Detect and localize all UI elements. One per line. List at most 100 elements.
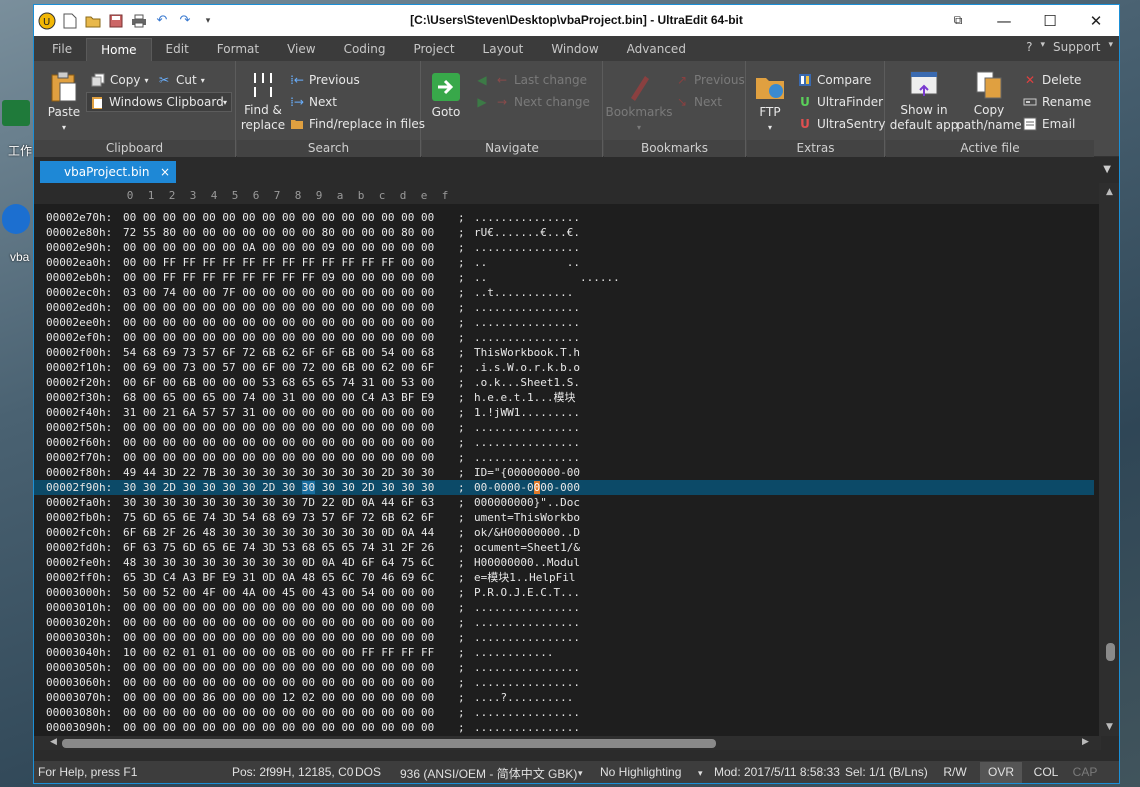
- row-ascii[interactable]: .. ..: [474, 255, 580, 270]
- hex-byte[interactable]: 2D: [163, 481, 176, 494]
- row-ascii[interactable]: H00000000..Modul: [474, 555, 580, 570]
- row-ascii[interactable]: ................: [474, 720, 580, 735]
- hex-byte[interactable]: 30: [401, 481, 414, 494]
- hex-row[interactable]: 00002eb0h: 00 00 FF FF FF FF FF FF FF FF …: [34, 270, 1094, 285]
- desktop-file-icon[interactable]: [2, 204, 30, 234]
- hex-byte[interactable]: 30: [183, 481, 196, 494]
- row-ascii[interactable]: ..t............: [474, 285, 573, 300]
- row-ascii[interactable]: ument=ThisWorkbo: [474, 510, 580, 525]
- hex-row[interactable]: 00002e90h: 00 00 00 00 00 00 0A 00 00 00 …: [34, 240, 1094, 255]
- tab-project[interactable]: Project: [399, 38, 468, 61]
- desktop-label-2[interactable]: vba: [10, 250, 29, 264]
- hex-row[interactable]: 00002f40h: 31 00 21 6A 57 57 31 00 00 00 …: [34, 405, 1094, 420]
- hex-row[interactable]: 00003070h: 00 00 00 00 86 00 00 00 12 02 …: [34, 690, 1094, 705]
- row-hex-bytes[interactable]: 00 00 00 00 00 00 00 00 00 00 00 00 00 0…: [123, 600, 434, 615]
- row-ascii[interactable]: 00-0000-0000-000: [474, 480, 580, 495]
- row-hex-bytes[interactable]: 00 00 00 00 00 00 00 00 00 00 00 00 00 0…: [123, 615, 434, 630]
- hex-row[interactable]: 00002ea0h: 00 00 FF FF FF FF FF FF FF FF …: [34, 255, 1094, 270]
- vertical-scrollbar[interactable]: ▲ ▼: [1099, 183, 1119, 736]
- bookmark-previous-button[interactable]: ↗ Previous: [674, 70, 745, 90]
- app-logo-icon[interactable]: U: [38, 12, 56, 30]
- scroll-right-icon[interactable]: ▶: [1082, 737, 1089, 747]
- print-icon[interactable]: [130, 12, 148, 30]
- row-ascii[interactable]: ................: [474, 630, 580, 645]
- row-hex-bytes[interactable]: 30 30 2D 30 30 30 30 2D 30 30 30 30 2D 3…: [123, 480, 434, 495]
- status-line-ending[interactable]: DOS: [355, 765, 381, 779]
- compare-button[interactable]: Compare: [797, 70, 871, 90]
- redo-icon[interactable]: ↷: [176, 12, 194, 30]
- row-ascii[interactable]: .. ......: [474, 270, 620, 285]
- row-hex-bytes[interactable]: 48 30 30 30 30 30 30 30 30 0D 0A 4D 6F 6…: [123, 555, 434, 570]
- hex-row[interactable]: 00002e80h: 72 55 80 00 00 00 00 00 00 00 …: [34, 225, 1094, 240]
- hex-row[interactable]: 00002f00h: 54 68 69 73 57 6F 72 6B 62 6F …: [34, 345, 1094, 360]
- row-ascii[interactable]: ok/&H00000000..D: [474, 525, 580, 540]
- qat-dropdown-icon[interactable]: ▾: [199, 12, 217, 30]
- hex-byte[interactable]: 2D: [262, 481, 275, 494]
- forward-nav-icon[interactable]: ▶: [474, 92, 490, 112]
- row-hex-bytes[interactable]: 50 00 52 00 4F 00 4A 00 45 00 43 00 54 0…: [123, 585, 434, 600]
- row-hex-bytes[interactable]: 00 00 00 00 00 00 00 00 00 00 00 00 00 0…: [123, 300, 434, 315]
- row-ascii[interactable]: ................: [474, 615, 580, 630]
- hex-row[interactable]: 00002f70h: 00 00 00 00 00 00 00 00 00 00 …: [34, 450, 1094, 465]
- hex-row[interactable]: 00002fc0h: 6F 6B 2F 26 48 30 30 30 30 30 …: [34, 525, 1094, 540]
- row-ascii[interactable]: ................: [474, 330, 580, 345]
- hex-row[interactable]: 00002e70h: 00 00 00 00 00 00 00 00 00 00 …: [34, 210, 1094, 225]
- hex-row[interactable]: 00003030h: 00 00 00 00 00 00 00 00 00 00 …: [34, 630, 1094, 645]
- rename-button[interactable]: Rename: [1022, 92, 1091, 112]
- help-icon[interactable]: ?: [1026, 40, 1032, 54]
- ultrafinder-button[interactable]: U UltraFinder: [797, 92, 883, 112]
- hex-editor[interactable]: 0123456789abcdef 00002e70h: 00 00 00 00 0…: [34, 183, 1101, 736]
- row-ascii[interactable]: P.R.O.J.E.C.T...: [474, 585, 580, 600]
- row-hex-bytes[interactable]: 75 6D 65 6E 74 3D 54 68 69 73 57 6F 72 6…: [123, 510, 434, 525]
- row-hex-bytes[interactable]: 00 00 00 00 00 00 00 00 00 00 00 00 00 0…: [123, 630, 434, 645]
- hex-byte[interactable]: 30: [381, 481, 394, 494]
- row-ascii[interactable]: ................: [474, 435, 580, 450]
- next-change-button[interactable]: → Next change: [494, 92, 590, 112]
- hex-row[interactable]: 00002ed0h: 00 00 00 00 00 00 00 00 00 00 …: [34, 300, 1094, 315]
- open-folder-icon[interactable]: [84, 12, 102, 30]
- show-in-default-app-button[interactable]: Show in default app: [888, 69, 960, 133]
- tab-format[interactable]: Format: [203, 38, 273, 61]
- row-hex-bytes[interactable]: 03 00 74 00 00 7F 00 00 00 00 00 00 00 0…: [123, 285, 434, 300]
- row-hex-bytes[interactable]: 00 00 00 00 00 00 00 00 00 00 00 00 00 0…: [123, 660, 434, 675]
- minimize-button[interactable]: —: [981, 5, 1027, 36]
- row-hex-bytes[interactable]: 6F 63 75 6D 65 6E 74 3D 53 68 65 65 74 3…: [123, 540, 434, 555]
- row-ascii[interactable]: 000000000}"..Doc: [474, 495, 580, 510]
- tab-layout[interactable]: Layout: [469, 38, 538, 61]
- paste-button[interactable]: Paste ▾: [44, 71, 84, 135]
- row-ascii[interactable]: 1.!jWW1.........: [474, 405, 580, 420]
- row-ascii[interactable]: ................: [474, 240, 580, 255]
- hex-row[interactable]: 00002ff0h: 65 3D C4 A3 BF E9 31 0D 0A 48 …: [34, 570, 1094, 585]
- support-menu[interactable]: Support: [1053, 40, 1100, 54]
- hex-row[interactable]: 00002f30h: 68 00 65 00 65 00 74 00 31 00 …: [34, 390, 1094, 405]
- horizontal-scrollbar[interactable]: ◀ ▶: [34, 736, 1101, 750]
- row-hex-bytes[interactable]: 00 00 00 00 00 00 00 00 00 00 00 00 00 0…: [123, 450, 434, 465]
- hex-row[interactable]: 00003090h: 00 00 00 00 00 00 00 00 00 00 …: [34, 720, 1094, 735]
- find-previous-button[interactable]: ⁞← Previous: [289, 70, 360, 90]
- row-ascii[interactable]: ............: [474, 645, 553, 660]
- row-hex-bytes[interactable]: 00 00 FF FF FF FF FF FF FF FF FF FF FF F…: [123, 255, 434, 270]
- encoding-dropdown-icon[interactable]: ▾: [578, 768, 583, 779]
- row-ascii[interactable]: rU€.......€...€.: [474, 225, 580, 240]
- status-rw[interactable]: R/W: [932, 762, 978, 783]
- row-ascii[interactable]: ThisWorkbook.T.h: [474, 345, 580, 360]
- tab-view[interactable]: View: [273, 38, 329, 61]
- help-dropdown-icon[interactable]: ▾: [1041, 40, 1046, 54]
- row-ascii[interactable]: ................: [474, 450, 580, 465]
- hex-row[interactable]: 00002ec0h: 03 00 74 00 00 7F 00 00 00 00 …: [34, 285, 1094, 300]
- row-hex-bytes[interactable]: 49 44 3D 22 7B 30 30 30 30 30 30 30 30 2…: [123, 465, 434, 480]
- hex-row[interactable]: 00002f90h: 30 30 2D 30 30 30 30 2D 30 30 …: [34, 480, 1094, 495]
- ribbon-display-icon[interactable]: ⧉: [935, 5, 981, 36]
- find-in-files-button[interactable]: Find/replace in files: [289, 114, 425, 134]
- tab-advanced[interactable]: Advanced: [613, 38, 700, 61]
- row-hex-bytes[interactable]: 00 00 00 00 00 00 00 00 00 00 00 00 00 0…: [123, 330, 434, 345]
- row-ascii[interactable]: ................: [474, 315, 580, 330]
- ultrasentry-button[interactable]: U UltraSentry: [797, 114, 885, 134]
- row-hex-bytes[interactable]: 00 00 00 00 00 00 00 00 00 00 00 00 00 0…: [123, 675, 434, 690]
- status-highlighting[interactable]: No Highlighting: [600, 765, 681, 779]
- email-button[interactable]: Email: [1022, 114, 1075, 134]
- hex-row[interactable]: 00002ee0h: 00 00 00 00 00 00 00 00 00 00 …: [34, 315, 1094, 330]
- delete-button[interactable]: ✕ Delete: [1022, 70, 1081, 90]
- copy-button[interactable]: Copy ▾: [90, 70, 148, 90]
- hex-byte[interactable]: 30: [242, 481, 255, 494]
